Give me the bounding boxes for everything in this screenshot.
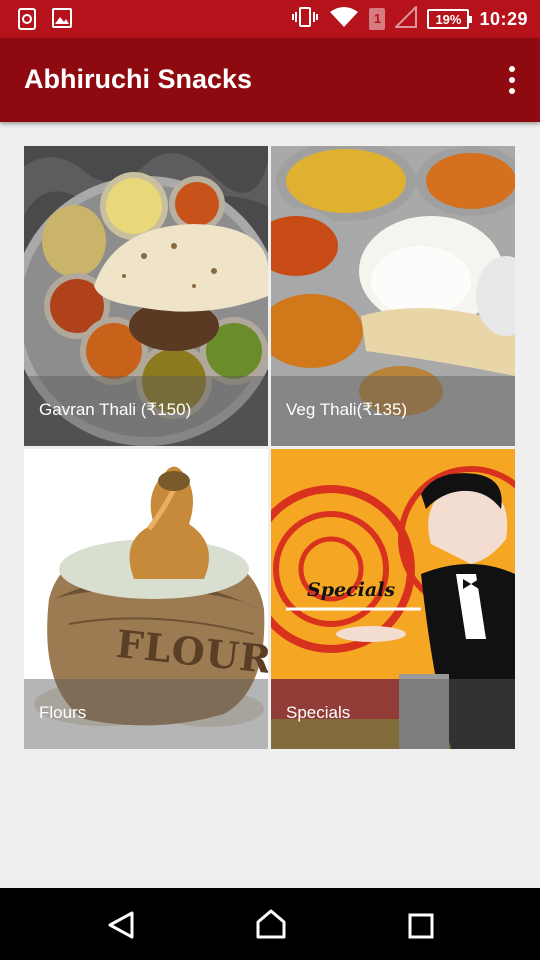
category-tile-flours[interactable]: FLOUR Flours [24,449,268,749]
sim-icon: 1 [369,8,386,30]
battery-icon: 19% [427,9,473,29]
status-bar: 1 19% 10:29 [0,0,540,38]
wifi-icon [329,6,359,33]
recents-icon[interactable] [408,913,434,944]
navigation-bar [0,888,540,960]
category-label: Gavran Thali (₹150) [24,376,268,446]
category-label: Specials [271,679,515,749]
app-bar: Abhiruchi Snacks [0,38,540,122]
home-icon[interactable] [255,908,287,945]
category-label: Flours [24,679,268,749]
screenshot-icon [18,8,36,35]
back-icon[interactable] [107,910,135,945]
category-tile-veg-thali[interactable]: Veg Thali(₹135) [271,146,515,446]
clock: 10:29 [479,8,528,29]
signal-icon [394,4,418,33]
category-tile-specials[interactable]: Specials Specials [271,449,515,749]
app-title: Abhiruchi Snacks [24,64,253,94]
specials-banner-text: Specials [307,579,396,601]
vibrate-icon [291,6,319,32]
category-label: Veg Thali(₹135) [271,376,515,446]
category-tile-gavran-thali[interactable]: Gavran Thali (₹150) [24,146,268,446]
overflow-menu-icon[interactable] [504,66,520,94]
category-grid: Gavran Thali (₹150) Veg Thali(₹135) FLOU… [24,146,515,749]
gallery-icon [52,8,72,35]
